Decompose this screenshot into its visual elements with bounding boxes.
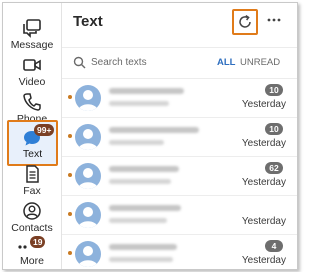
person-icon: [78, 90, 98, 111]
fax-icon: [26, 165, 39, 183]
avatar: [75, 124, 101, 150]
unread-dot: [68, 134, 72, 138]
message-preview-redacted: [109, 101, 169, 106]
unread-dot: [68, 173, 72, 177]
unread-dot: [68, 251, 72, 255]
video-icon: [23, 59, 41, 71]
contact-name-redacted: [109, 127, 199, 133]
person-icon: [78, 168, 98, 189]
search-input[interactable]: [91, 54, 201, 70]
search-bar: ALL UNREAD: [62, 47, 297, 79]
conversation-row[interactable]: 62 Yesterday: [62, 157, 297, 196]
contact-name-redacted: [109, 88, 184, 94]
unread-count-badge: 10: [265, 84, 283, 96]
search-icon: [73, 56, 86, 69]
conversation-row[interactable]: Yesterday: [62, 196, 297, 235]
person-icon: [78, 246, 98, 267]
phone-icon: [23, 93, 41, 111]
app-window: Message Video Phone 99+ Text Fax Contact…: [2, 2, 298, 270]
contact-name-redacted: [109, 205, 181, 211]
unread-count-badge: 10: [265, 123, 283, 135]
message-icon: [23, 19, 41, 38]
unread-dot: [68, 95, 72, 99]
conversation-row[interactable]: 4 Yesterday: [62, 235, 297, 269]
person-icon: [78, 129, 98, 150]
contact-name-redacted: [109, 244, 177, 250]
message-preview-redacted: [109, 218, 167, 223]
nav-label-more: More: [20, 255, 44, 267]
message-preview-redacted: [109, 140, 164, 145]
conversation-list: 10 Yesterday 10 Yesterday 62 Yesterday Y…: [62, 79, 297, 269]
message-preview-redacted: [109, 257, 173, 262]
refresh-icon: [239, 14, 251, 28]
avatar: [75, 163, 101, 189]
unread-count-badge: 4: [265, 240, 283, 252]
page-title: Text: [73, 13, 103, 30]
timestamp: Yesterday: [241, 255, 286, 266]
person-icon: [78, 207, 98, 228]
unread-dot: [68, 212, 72, 216]
message-preview-redacted: [109, 179, 171, 184]
refresh-button[interactable]: [232, 9, 258, 35]
text-panel: Text ALL UNREAD: [62, 3, 297, 269]
avatar: [75, 241, 101, 267]
timestamp: Yesterday: [241, 99, 286, 110]
filter-unread-tab[interactable]: UNREAD: [240, 57, 280, 68]
more-badge: 19: [30, 236, 46, 248]
nav-rail: Message Video Phone 99+ Text Fax Contact…: [3, 3, 62, 269]
nav-item-more[interactable]: 19 More: [3, 231, 61, 269]
text-unread-badge: 99+: [34, 124, 55, 136]
filter-all-tab[interactable]: ALL: [217, 57, 235, 68]
contact-name-redacted: [109, 166, 179, 172]
timestamp: Yesterday: [241, 216, 286, 227]
conversation-row[interactable]: 10 Yesterday: [62, 118, 297, 157]
timestamp: Yesterday: [241, 177, 286, 188]
avatar: [75, 85, 101, 111]
timestamp: Yesterday: [241, 138, 286, 149]
more-options-icon[interactable]: [266, 13, 282, 27]
avatar: [75, 202, 101, 228]
unread-count-badge: 62: [265, 162, 283, 174]
conversation-row[interactable]: 10 Yesterday: [62, 79, 297, 118]
contacts-icon: [23, 202, 41, 220]
